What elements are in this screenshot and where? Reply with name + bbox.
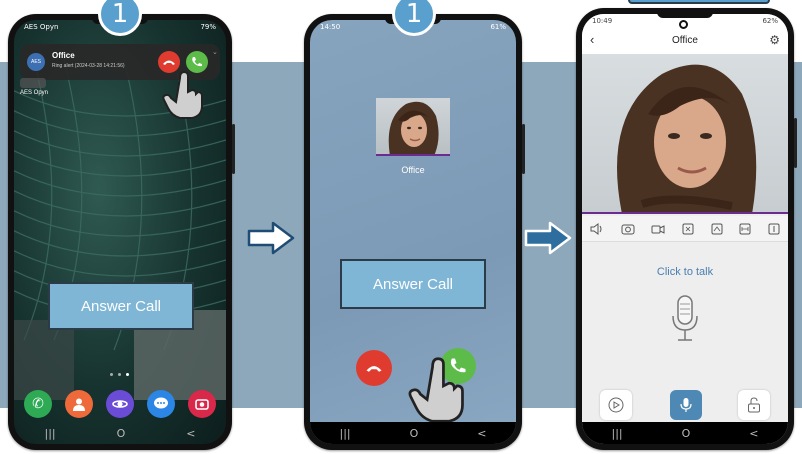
nav-recents-button[interactable]: ||| [44,427,55,440]
phone-hangup-icon [366,366,382,372]
camera-icon[interactable] [188,390,216,418]
android-nav-bar: ||| O < [582,422,788,444]
nav-home-button[interactable]: O [682,427,691,440]
header-title: Office [672,35,698,46]
side-button [522,124,525,174]
record-icon[interactable] [651,223,665,235]
app-folder-icon[interactable] [20,78,46,88]
unlock-button[interactable] [738,390,770,420]
speaker-icon[interactable] [590,222,604,235]
nav-home-button[interactable]: O [410,427,419,440]
talk-button[interactable] [670,390,702,420]
page-dot [110,373,113,376]
phone-notch [657,10,713,18]
tool-icon-4[interactable] [768,223,780,235]
nav-home-button[interactable]: O [117,427,126,440]
page-indicator [110,373,129,376]
android-nav-bar: ||| O < [310,422,516,444]
phone-icon[interactable]: ✆ [24,390,52,418]
status-time: 14:50 [320,23,341,31]
video-toolbar [582,216,788,242]
decline-call-button[interactable] [356,350,392,386]
status-battery: 62% [762,17,778,25]
notification-title: Office [52,51,75,60]
microphone-icon[interactable] [670,294,700,344]
side-button [232,124,235,174]
click-to-talk-label: Click to talk [656,266,714,278]
live-video-feed [582,54,788,214]
status-carrier: AES Opyn [24,23,59,31]
nav-back-button[interactable]: < [477,427,486,440]
tap-hand-icon [408,357,464,423]
nav-recents-button[interactable]: ||| [339,427,350,440]
phone-hangup-icon [163,60,175,65]
step-badge-partial [628,0,770,4]
page-dot [118,373,121,376]
page-dot-active [126,373,129,376]
lock-open-icon [748,397,760,413]
phone-2: 14:50 61% Office ||| O < [304,14,525,450]
homescreen-app-label: AES Opyn [20,90,49,96]
app-icon: AES [27,53,45,71]
status-battery: 61% [490,23,506,31]
nav-back-button[interactable]: < [186,427,195,440]
notification-subtitle: Ring alert (2024-03-28 14:21:56) [52,63,125,69]
phone-1-screen: AES Opyn 79% AES Office Ring alert (2024… [14,20,226,444]
app-icon-label: AES [30,59,41,65]
play-circle-icon [608,397,624,413]
app-header: ‹ Office ⚙ [582,28,788,54]
tutorial-stage: AES Opyn 79% AES Office Ring alert (2024… [0,0,802,454]
front-camera-icon [679,20,688,29]
phone-3: 10:49 62% ‹ Office ⚙ Click to talk ||| O… [576,8,797,450]
caller-face-image [388,101,439,154]
tool-icon-1[interactable] [682,223,694,235]
messages-icon[interactable] [147,390,175,418]
expand-chevron-icon[interactable]: ⌄ [212,48,218,56]
tap-hand-icon [162,70,203,119]
app-dock: ✆ [24,390,216,420]
phone-answer-icon [192,57,202,67]
nav-back-button[interactable]: < [749,427,758,440]
next-step-arrow [247,221,295,255]
contacts-icon[interactable] [65,390,93,418]
caller-snapshot [376,98,450,156]
internet-icon[interactable] [106,390,134,418]
next-step-arrow [524,221,572,255]
phone-1: AES Opyn 79% AES Office Ring alert (2024… [8,14,235,450]
snapshot-icon[interactable] [621,223,635,235]
side-button [794,118,797,168]
answer-call-callout: Answer Call [48,282,194,330]
caller-name: Office [401,165,425,175]
settings-gear-icon[interactable]: ⚙ [769,33,780,47]
tool-icon-2[interactable] [711,223,723,235]
microphone-small-icon [680,398,692,412]
playback-button[interactable] [600,390,632,420]
status-battery: 79% [200,23,216,31]
phone-3-screen: 10:49 62% ‹ Office ⚙ Click to talk ||| O… [582,14,788,444]
phone-2-screen: 14:50 61% Office ||| O < [310,20,516,444]
status-time: 10:49 [592,17,613,25]
tool-icon-3[interactable] [739,223,751,235]
visitor-face-image [617,64,757,212]
nav-recents-button[interactable]: ||| [611,427,622,440]
android-nav-bar: ||| O < [14,422,226,444]
answer-call-callout: Answer Call [340,259,486,309]
